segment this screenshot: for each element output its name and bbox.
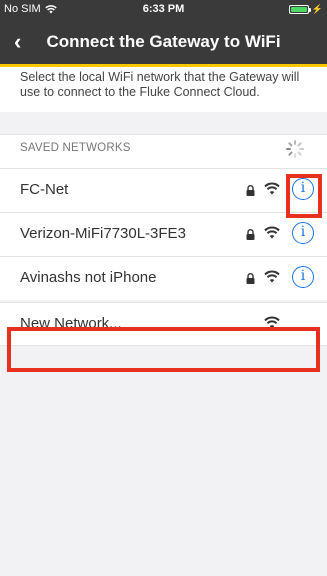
section-title: SAVED NETWORKS bbox=[20, 142, 131, 154]
wifi-icon bbox=[264, 182, 280, 195]
status-right: ⚡ bbox=[288, 4, 323, 15]
network-name: FC-Net bbox=[20, 181, 69, 198]
info-highlight-box bbox=[286, 174, 322, 218]
status-bar: No SIM 6:33 PM ⚡ bbox=[0, 0, 327, 20]
page-title: Connect the Gateway to WiFi bbox=[46, 32, 281, 51]
lock-icon bbox=[246, 185, 255, 196]
saved-networks-header: SAVED NETWORKS bbox=[0, 134, 327, 168]
info-button[interactable]: i bbox=[292, 266, 314, 288]
wifi-icon bbox=[264, 270, 280, 283]
lock-icon bbox=[246, 229, 255, 240]
status-time: 6:33 PM bbox=[142, 3, 185, 15]
loading-spinner-icon bbox=[286, 140, 304, 158]
network-row-avinash[interactable]: Avinashs not iPhone i bbox=[0, 256, 327, 300]
new-network-highlight-box bbox=[7, 327, 320, 372]
charging-icon: ⚡ bbox=[311, 4, 323, 14]
network-name: Avinashs not iPhone bbox=[20, 269, 157, 286]
instructions-text: Select the local WiFi network that the G… bbox=[0, 67, 327, 112]
battery-icon bbox=[288, 5, 311, 14]
info-button[interactable]: i bbox=[292, 222, 314, 244]
network-row-fc-net[interactable]: FC-Net i bbox=[0, 168, 327, 212]
network-name: Verizon-MiFi7730L-3FE3 bbox=[20, 225, 186, 242]
network-row-verizon[interactable]: Verizon-MiFi7730L-3FE3 i bbox=[0, 212, 327, 256]
wifi-icon bbox=[264, 226, 280, 239]
nav-bar: ‹ Connect the Gateway to WiFi bbox=[0, 20, 327, 64]
lock-icon bbox=[246, 273, 255, 284]
